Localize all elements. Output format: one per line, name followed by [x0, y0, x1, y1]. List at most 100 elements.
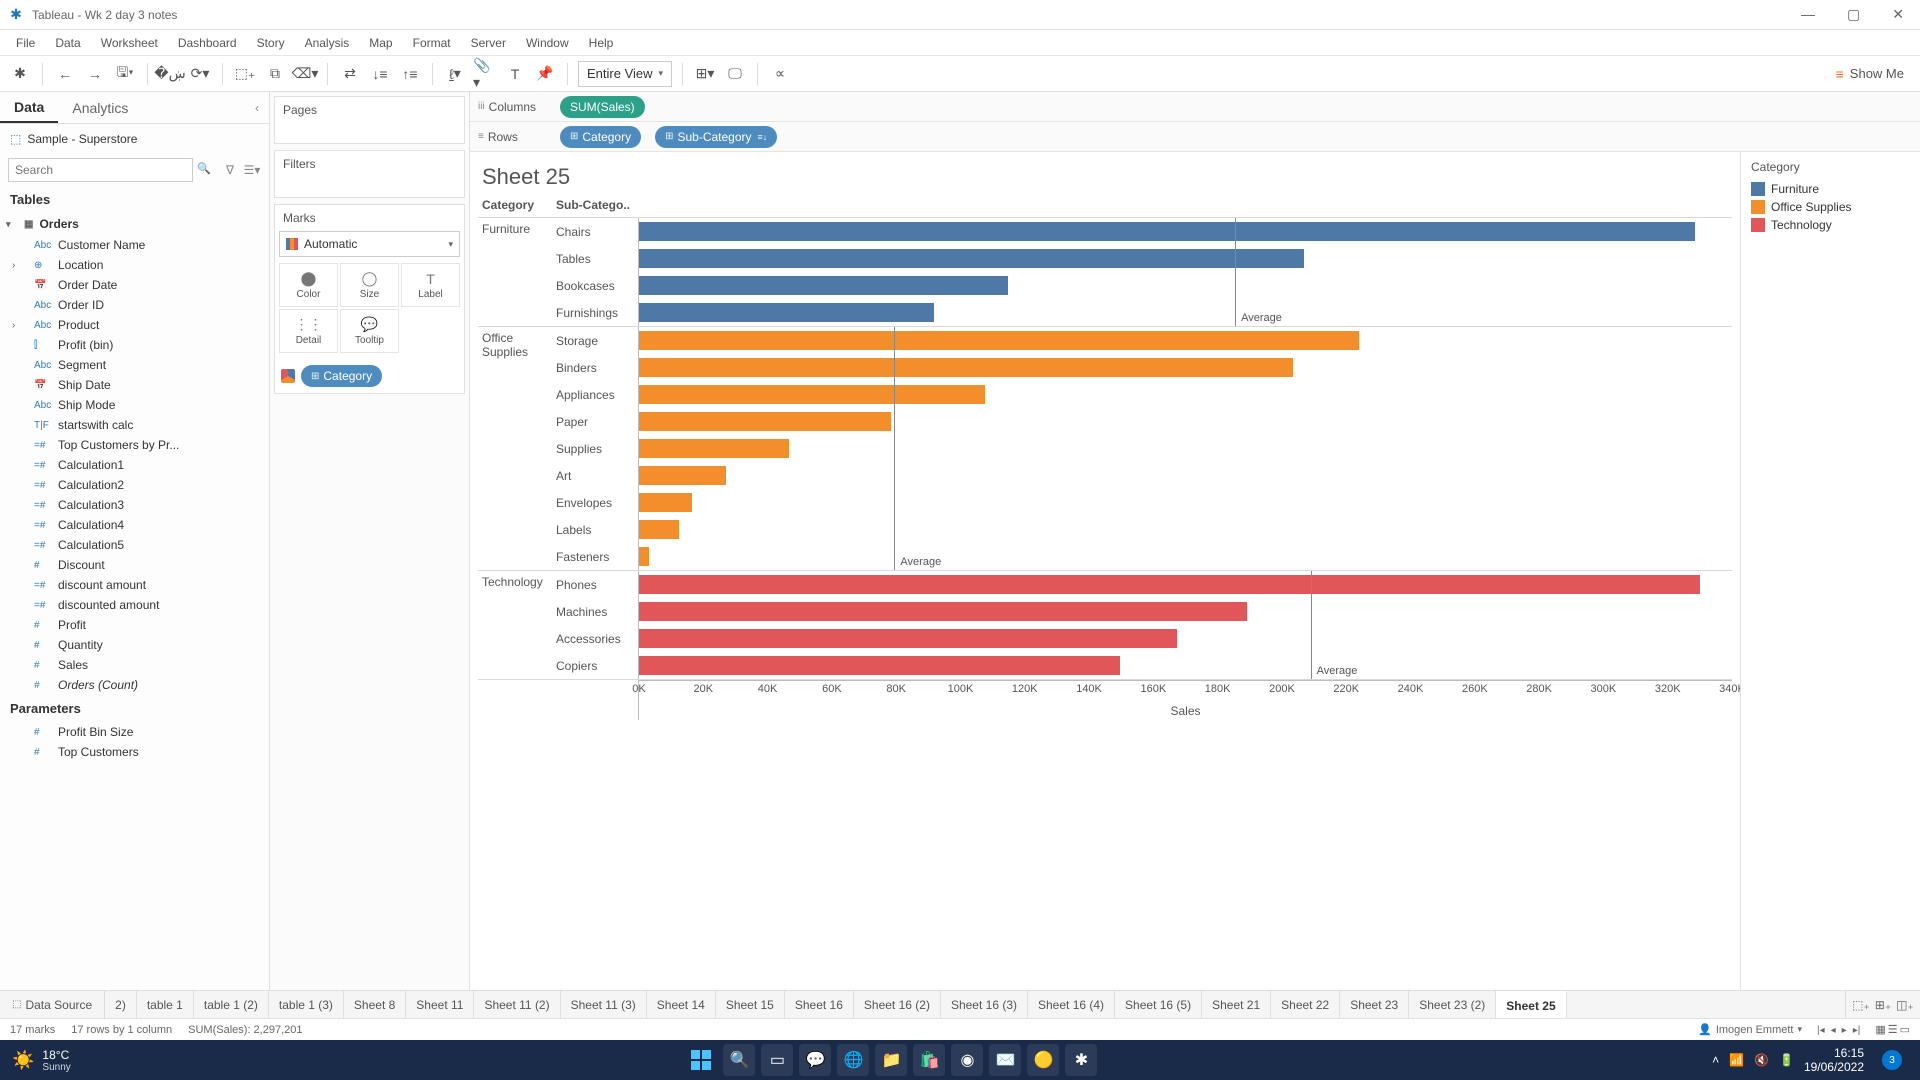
- subcategory-label[interactable]: Paper: [556, 415, 638, 429]
- search-taskbar-button[interactable]: 🔍: [723, 1044, 755, 1076]
- subcategory-label[interactable]: Appliances: [556, 388, 638, 402]
- field-product[interactable]: Product: [0, 315, 269, 335]
- subcategory-label[interactable]: Fasteners: [556, 550, 638, 564]
- menu-file[interactable]: File: [8, 34, 43, 52]
- fit-dropdown[interactable]: Entire View▾: [578, 61, 672, 87]
- bar[interactable]: [639, 602, 1247, 621]
- field-sales[interactable]: Sales: [0, 655, 269, 675]
- columns-pill-sum-sales[interactable]: SUM(Sales): [560, 96, 645, 118]
- tray-chevron-icon[interactable]: ˄: [1712, 1053, 1719, 1067]
- columns-shelf[interactable]: iiiColumns SUM(Sales): [470, 92, 1920, 122]
- subcategory-label[interactable]: Machines: [556, 605, 638, 619]
- sheet-tab[interactable]: Sheet 8: [344, 991, 406, 1018]
- save-button[interactable]: 🖫▾: [113, 62, 137, 86]
- bar[interactable]: [639, 331, 1359, 350]
- field-calculation1[interactable]: Calculation1: [0, 455, 269, 475]
- start-button[interactable]: [685, 1044, 717, 1076]
- subcategory-label[interactable]: Envelopes: [556, 496, 638, 510]
- duplicate-button[interactable]: ⧉: [263, 62, 287, 86]
- volume-icon[interactable]: 🔇: [1754, 1053, 1769, 1067]
- show-me-button[interactable]: ≡ Show Me: [1836, 66, 1912, 82]
- close-button[interactable]: ✕: [1884, 2, 1912, 27]
- sheet-tab[interactable]: Sheet 16 (5): [1115, 991, 1202, 1018]
- explorer-button[interactable]: 📁: [875, 1044, 907, 1076]
- presentation-button[interactable]: 🖵: [723, 62, 747, 86]
- sort-asc-button[interactable]: ↓≡: [368, 62, 392, 86]
- rows-pill-category[interactable]: ⊞ Category: [560, 126, 641, 148]
- new-story-tab-button[interactable]: ◫₊: [1896, 998, 1914, 1012]
- undo-button[interactable]: ←: [53, 62, 77, 86]
- sheet-tab[interactable]: Sheet 14: [647, 991, 716, 1018]
- field-ship-date[interactable]: Ship Date: [0, 375, 269, 395]
- clear-button[interactable]: ⌫▾: [293, 62, 317, 86]
- clock[interactable]: 16:15 19/06/2022: [1804, 1046, 1872, 1075]
- datasource-row[interactable]: ⬚ Sample - Superstore: [0, 124, 269, 154]
- menu-data[interactable]: Data: [47, 34, 88, 52]
- field-order-id[interactable]: Order ID: [0, 295, 269, 315]
- field-discount[interactable]: Discount: [0, 555, 269, 575]
- marks-color-pill[interactable]: ⊞ Category: [301, 365, 382, 387]
- menu-analysis[interactable]: Analysis: [297, 34, 358, 52]
- menu-story[interactable]: Story: [249, 34, 293, 52]
- search-input[interactable]: [8, 158, 193, 182]
- subcategory-label[interactable]: Tables: [556, 252, 638, 266]
- wifi-icon[interactable]: 📶: [1729, 1053, 1744, 1067]
- data-source-tab[interactable]: ⬚ Data Source: [0, 991, 105, 1018]
- notification-badge[interactable]: 3: [1882, 1050, 1902, 1070]
- bar[interactable]: [639, 276, 1008, 295]
- auto-update-button[interactable]: ⟳▾: [188, 62, 212, 86]
- field-profit[interactable]: Profit: [0, 615, 269, 635]
- data-tab[interactable]: Data: [0, 93, 58, 123]
- subcategory-label[interactable]: Art: [556, 469, 638, 483]
- marks-tooltip-button[interactable]: 💬Tooltip: [340, 309, 399, 353]
- subcategory-label[interactable]: Labels: [556, 523, 638, 537]
- maximize-button[interactable]: ▢: [1839, 2, 1868, 27]
- share-button[interactable]: ∝: [768, 62, 792, 86]
- sheet-tab[interactable]: Sheet 11 (3): [561, 991, 647, 1018]
- new-worksheet-tab-button[interactable]: ⬚₊: [1852, 998, 1870, 1012]
- field-discount-amount[interactable]: discount amount: [0, 575, 269, 595]
- subcategory-label[interactable]: Furnishings: [556, 306, 638, 320]
- field-segment[interactable]: Segment: [0, 355, 269, 375]
- chat-button[interactable]: 💬: [799, 1044, 831, 1076]
- field-location[interactable]: Location: [0, 255, 269, 275]
- param-top-customers[interactable]: Top Customers: [0, 742, 269, 762]
- rows-shelf[interactable]: ≡Rows ⊞ Category ⊞ Sub-Category ≡↓: [470, 122, 1920, 152]
- menu-worksheet[interactable]: Worksheet: [93, 34, 166, 52]
- field-profit-bin-[interactable]: Profit (bin): [0, 335, 269, 355]
- bar[interactable]: [639, 358, 1293, 377]
- user-menu[interactable]: 👤 Imogen Emmett ▾: [1698, 1023, 1802, 1036]
- redo-button[interactable]: →: [83, 62, 107, 86]
- swap-button[interactable]: ⇄: [338, 62, 362, 86]
- new-data-button[interactable]: �ښ: [158, 62, 182, 86]
- store-button[interactable]: 🛍️: [913, 1044, 945, 1076]
- filters-shelf[interactable]: Filters: [274, 150, 465, 198]
- field-discounted-amount[interactable]: discounted amount: [0, 595, 269, 615]
- field-top-customers-by-pr-[interactable]: Top Customers by Pr...: [0, 435, 269, 455]
- legend-item-office-supplies[interactable]: Office Supplies: [1751, 198, 1910, 216]
- menu-window[interactable]: Window: [518, 34, 577, 52]
- sheet-nav-buttons[interactable]: |◂◂▸▸|: [1814, 1024, 1863, 1036]
- bar[interactable]: [639, 520, 679, 539]
- param-profit-bin-size[interactable]: Profit Bin Size: [0, 722, 269, 742]
- bar[interactable]: [639, 303, 934, 322]
- field-calculation4[interactable]: Calculation4: [0, 515, 269, 535]
- subcategory-label[interactable]: Storage: [556, 334, 638, 348]
- subcategory-label[interactable]: Binders: [556, 361, 638, 375]
- field-order-date[interactable]: Order Date: [0, 275, 269, 295]
- battery-icon[interactable]: 🔋: [1779, 1053, 1794, 1067]
- tableau-icon[interactable]: ✱: [8, 62, 32, 86]
- orders-table-header[interactable]: ▦ Orders: [0, 213, 269, 235]
- tableau-taskbar-button[interactable]: ✱: [1065, 1044, 1097, 1076]
- field-calculation2[interactable]: Calculation2: [0, 475, 269, 495]
- sheet-tab[interactable]: Sheet 16: [785, 991, 854, 1018]
- sheet-title[interactable]: Sheet 25: [478, 164, 1732, 190]
- field-ship-mode[interactable]: Ship Mode: [0, 395, 269, 415]
- sheet-tab[interactable]: Sheet 11 (2): [474, 991, 560, 1018]
- category-label[interactable]: Furniture: [478, 218, 556, 326]
- bar[interactable]: [639, 493, 692, 512]
- pin-button[interactable]: 📌: [533, 62, 557, 86]
- sheet-tab[interactable]: Sheet 25: [1496, 991, 1566, 1018]
- field-calculation3[interactable]: Calculation3: [0, 495, 269, 515]
- field-orders-count-[interactable]: Orders (Count): [0, 675, 269, 695]
